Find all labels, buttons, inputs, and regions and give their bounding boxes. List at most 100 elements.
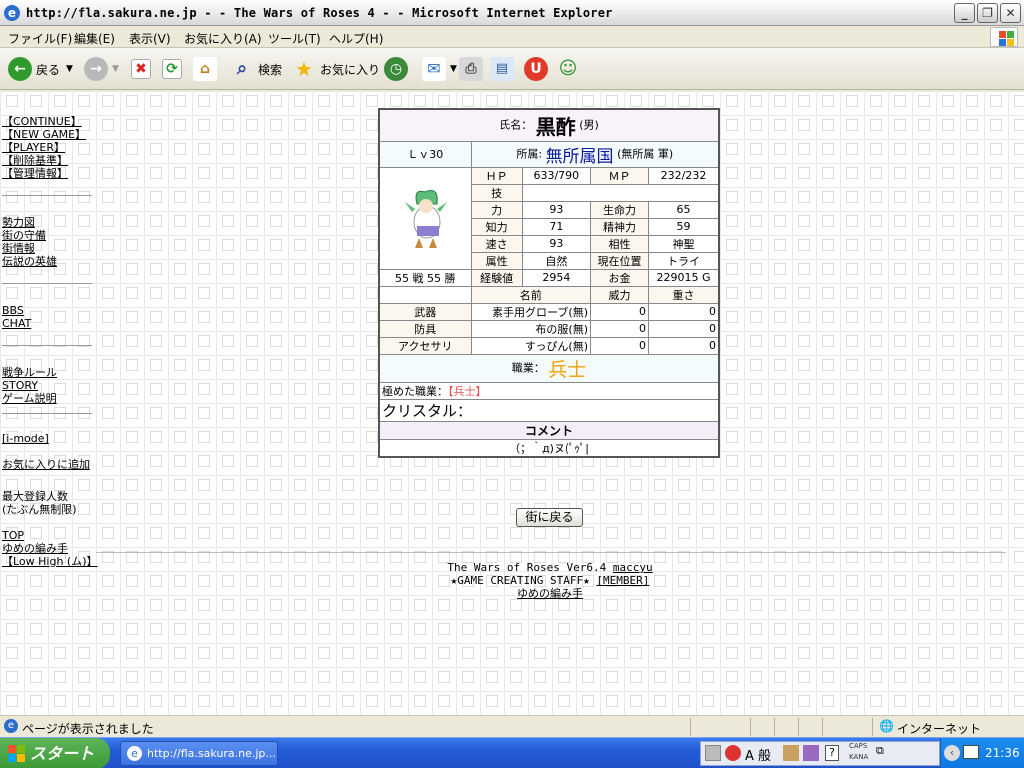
pattern-square [894, 263, 906, 275]
dictionary-icon[interactable] [803, 745, 819, 761]
equip-power-header: 威力 [589, 285, 650, 304]
nav-story[interactable]: STORY [2, 379, 94, 392]
taskbar-ie-window[interactable]: e http://fla.sakura.ne.jp... [120, 741, 278, 766]
keyboard-icon[interactable] [705, 745, 721, 761]
addon-button[interactable]: U [524, 56, 552, 82]
nav-player[interactable]: 【PLAYER】 [2, 141, 94, 154]
print-button[interactable]: ⎙ [459, 56, 487, 82]
nav-war-rules[interactable]: 戦争ルール [2, 366, 94, 379]
pattern-square [174, 215, 186, 227]
pattern-square [990, 311, 1002, 323]
pattern-square [150, 119, 162, 131]
pattern-square [966, 695, 978, 707]
max-registration-label: 最大登録人数 [2, 490, 68, 503]
nav-top[interactable]: TOP [2, 529, 94, 542]
menu-tools[interactable]: ツール(T) [268, 30, 321, 47]
pattern-square [798, 287, 810, 299]
home-button[interactable]: ⌂ [193, 56, 221, 82]
pattern-square [990, 263, 1002, 275]
pattern-square [318, 191, 330, 203]
search-label: 検索 [258, 62, 283, 77]
minimize-button[interactable]: _ [954, 3, 975, 23]
nav-low-high[interactable]: 【Low High (ム)】 [2, 555, 98, 568]
nav-chat[interactable]: CHAT [2, 317, 94, 330]
refresh-button[interactable]: ⟳ [162, 56, 186, 82]
nav-game-guide[interactable]: ゲーム説明 [2, 392, 94, 405]
history-button[interactable]: ◷ [384, 56, 412, 82]
pattern-square [726, 287, 738, 299]
menu-help[interactable]: ヘルプ(H) [329, 30, 383, 47]
close-button[interactable]: ✕ [1000, 3, 1021, 23]
pattern-square [342, 479, 354, 491]
nav-legend-heroes[interactable]: 伝説の英雄 [2, 255, 94, 268]
edit-button[interactable]: ▤ [490, 56, 518, 82]
pattern-square [198, 599, 210, 611]
nav-town-defense[interactable]: 街の守備 [2, 229, 94, 242]
pattern-square [486, 695, 498, 707]
pattern-square [486, 599, 498, 611]
forward-button[interactable]: → ▼ [84, 56, 119, 82]
footer-member-link[interactable]: [MEMBER] [596, 574, 649, 587]
pattern-square [30, 647, 42, 659]
mail-button[interactable]: ✉ ▼ [422, 56, 457, 82]
help-icon[interactable]: ? [825, 745, 839, 761]
pattern-square [918, 695, 930, 707]
pattern-square [774, 359, 786, 371]
pattern-square [294, 335, 306, 347]
nav-power-map[interactable]: 勢力図 [2, 216, 94, 229]
pattern-square [102, 143, 114, 155]
pattern-square [726, 407, 738, 419]
clock[interactable]: 21:36 [985, 746, 1020, 760]
pattern-square [126, 527, 138, 539]
pattern-square [318, 623, 330, 635]
start-button[interactable]: スタート [0, 738, 110, 768]
show-hidden-icons-button[interactable]: ‹ [944, 745, 960, 761]
maximize-button[interactable]: ❐ [977, 3, 998, 23]
pattern-square [1014, 143, 1024, 155]
chevron-down-icon[interactable]: ▼ [66, 64, 73, 74]
nav-admin-info[interactable]: 【管理情報】 [2, 167, 94, 180]
pattern-square [78, 695, 90, 707]
menu-file[interactable]: ファイル(F) [8, 30, 72, 47]
nav-town-info[interactable]: 街情報 [2, 242, 94, 255]
pattern-square [102, 95, 114, 107]
nav-new-game[interactable]: 【NEW GAME】 [2, 128, 94, 141]
nav-yume-amite[interactable]: ゆめの編み手 [2, 542, 94, 555]
job-value: 兵士 [548, 358, 587, 381]
tool-icon[interactable] [783, 745, 799, 761]
footer-author-link[interactable]: maccyu [613, 561, 653, 574]
menu-edit[interactable]: 編集(E) [74, 30, 115, 47]
pattern-square [294, 143, 306, 155]
ime-mode[interactable]: A 般 [745, 745, 771, 764]
pattern-square [726, 383, 738, 395]
pattern-square [726, 191, 738, 203]
restore-langbar-icon[interactable]: ⧉ [876, 744, 884, 758]
stop-button[interactable]: ✖ [131, 56, 155, 82]
back-button[interactable]: ← 戻る ▼ [8, 56, 73, 82]
messenger-button[interactable]: ☺ [556, 56, 584, 82]
nav-add-favorites[interactable]: お気に入りに追加 [2, 458, 94, 471]
nav-imode[interactable]: [i-mode] [2, 432, 94, 445]
nav-delete-criteria[interactable]: 【削除基準】 [2, 154, 94, 167]
pattern-square [462, 647, 474, 659]
pattern-square [822, 527, 834, 539]
menu-view[interactable]: 表示(V) [129, 30, 171, 47]
menu-favorites[interactable]: お気に入り(A) [184, 30, 262, 47]
pattern-square [174, 575, 186, 587]
pattern-square [990, 119, 1002, 131]
pattern-square [822, 599, 834, 611]
favorites-button[interactable]: ★ お気に入り [292, 56, 380, 82]
pattern-square [822, 407, 834, 419]
status-text: ページが表示されました [22, 722, 154, 736]
pattern-square [942, 191, 954, 203]
nav-bbs[interactable]: BBS [2, 304, 94, 317]
pattern-square [462, 695, 474, 707]
back-to-town-button[interactable]: 街に戻る [516, 508, 583, 527]
footer-yume-link[interactable]: ゆめの編み手 [517, 587, 583, 600]
search-button[interactable]: ⌕ 検索 [230, 56, 282, 82]
nav-continue[interactable]: 【CONTINUE】 [2, 115, 94, 128]
pattern-square [198, 575, 210, 587]
ime-icon[interactable] [725, 745, 741, 761]
pattern-square [174, 167, 186, 179]
network-icon[interactable] [963, 745, 979, 759]
